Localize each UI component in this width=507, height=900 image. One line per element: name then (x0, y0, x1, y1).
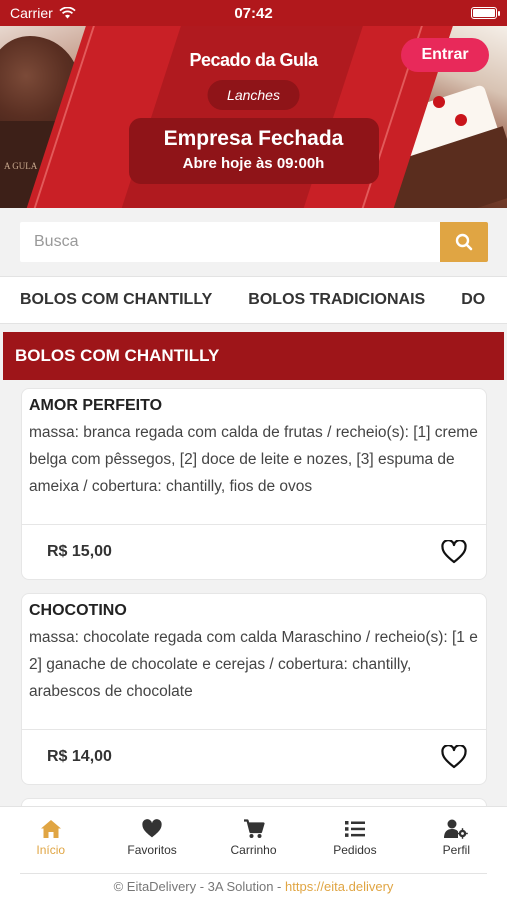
nav-item-label: Perfil (442, 843, 470, 857)
favorite-button[interactable] (440, 538, 468, 566)
store-status-title: Empresa Fechada (163, 127, 344, 150)
cup-logo-text: A GULA (4, 161, 38, 171)
nav-item-inicio[interactable]: Início (0, 807, 101, 874)
product-footer: R$ 14,00 (22, 729, 486, 784)
product-name: CHOCOTINO (29, 602, 127, 619)
search-bar (0, 208, 507, 274)
product-price: R$ 15,00 (47, 543, 112, 560)
heart-outline-icon (441, 745, 467, 769)
nav-item-carrinho[interactable]: Carrinho (203, 807, 304, 874)
login-button[interactable]: Entrar (401, 38, 489, 72)
list-icon (344, 821, 365, 837)
favorite-button[interactable] (440, 743, 468, 771)
nav-item-label: Início (36, 843, 66, 857)
nav-item-favoritos[interactable]: Favoritos (101, 807, 202, 874)
status-left: Carrier (10, 5, 76, 21)
search-button[interactable] (440, 222, 488, 262)
search-icon (455, 233, 473, 251)
footer-credits: © EitaDelivery - 3A Solution - (113, 879, 286, 894)
user-gear-icon (444, 819, 469, 839)
store-banner: A GULA Pecado da Gula Entrar Lanches Emp… (0, 26, 507, 208)
cherry-decoration (455, 114, 467, 126)
tab-next-category[interactable]: DO (461, 291, 485, 309)
nav-item-label: Pedidos (333, 843, 377, 857)
bottom-navigation: Início Favoritos Carrinho Pedidos Perfil (0, 806, 507, 874)
heart-outline-icon (441, 540, 467, 564)
nav-item-label: Favoritos (127, 843, 177, 857)
store-status-box: Empresa Fechada Abre hoje às 09:00h (128, 118, 379, 184)
footer-link[interactable]: https://eita.delivery (285, 879, 393, 894)
product-description: massa: branca regada com calda de frutas… (29, 424, 478, 495)
product-price: R$ 14,00 (47, 748, 112, 765)
wifi-icon (59, 7, 76, 19)
home-icon (40, 820, 61, 838)
product-footer: R$ 15,00 (22, 524, 486, 579)
tab-bolos-tradicionais[interactable]: BOLOS TRADICIONAIS (248, 291, 425, 309)
store-opening-time: Abre hoje às 09:00h (182, 155, 325, 172)
product-description: massa: chocolate regada com calda Marasc… (29, 629, 478, 700)
status-bar: Carrier 07:42 (0, 0, 507, 26)
nav-item-pedidos[interactable]: Pedidos (304, 807, 405, 874)
category-tabs: BOLOS COM CHANTILLY BOLOS TRADICIONAIS D… (0, 276, 507, 324)
product-card[interactable]: CHOCOTINO massa: chocolate regada com ca… (21, 593, 487, 785)
store-category-badge: Lanches (207, 80, 300, 110)
nav-item-label: Carrinho (230, 843, 277, 857)
cherry-decoration (433, 96, 445, 108)
app-footer: © EitaDelivery - 3A Solution - https://e… (0, 874, 507, 900)
tab-bolos-com-chantilly[interactable]: BOLOS COM CHANTILLY (20, 291, 212, 309)
search-input[interactable] (20, 222, 440, 262)
product-card[interactable]: AMOR PERFEITO massa: branca regada com c… (21, 388, 487, 580)
cart-icon (243, 819, 265, 838)
heart-icon (142, 819, 162, 838)
status-time: 07:42 (234, 4, 273, 22)
section-header: BOLOS COM CHANTILLY (3, 332, 504, 380)
battery-icon (471, 7, 500, 19)
carrier-label: Carrier (10, 5, 53, 21)
nav-item-perfil[interactable]: Perfil (406, 807, 507, 874)
product-name: AMOR PERFEITO (29, 397, 163, 414)
